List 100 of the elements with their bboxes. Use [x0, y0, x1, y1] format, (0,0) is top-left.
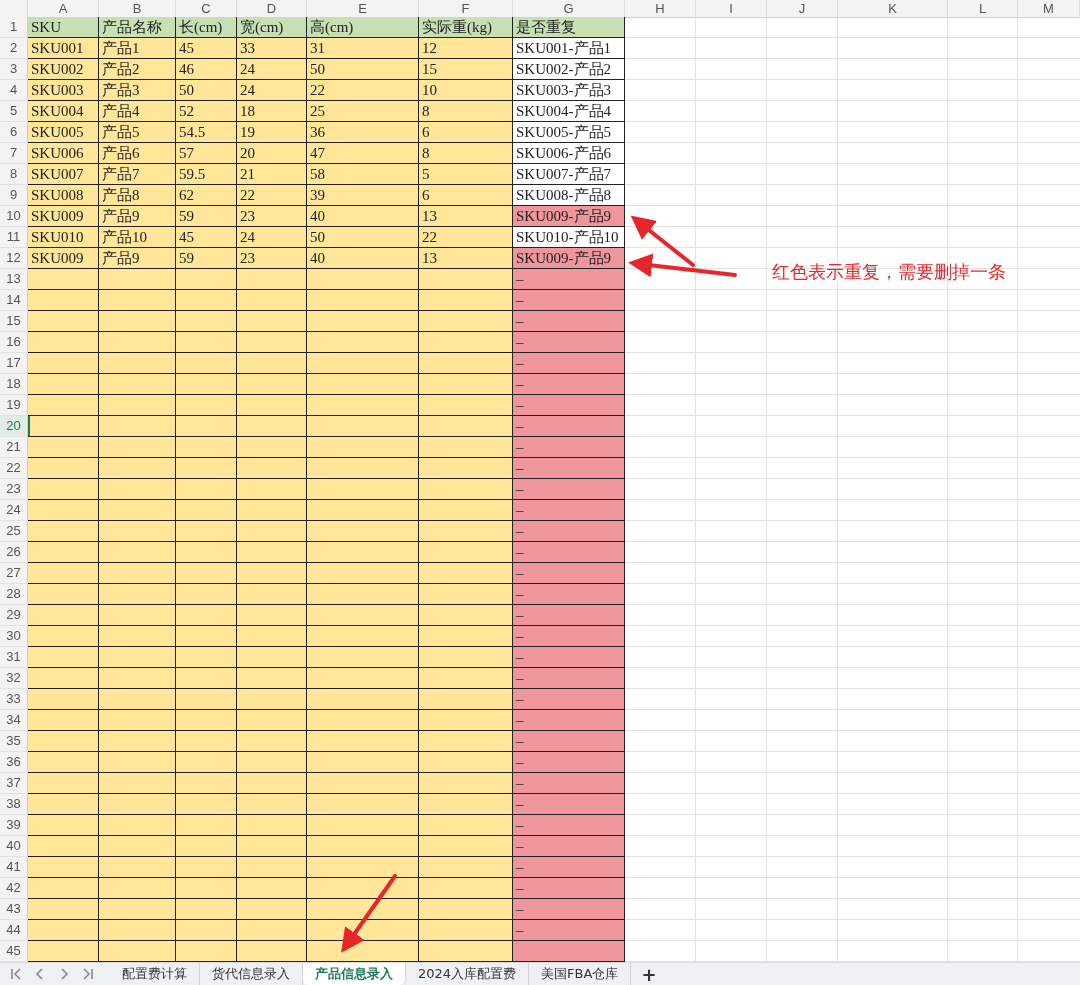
add-sheet-button[interactable]: + — [637, 963, 661, 985]
table-cell: – — [513, 647, 625, 668]
row-number[interactable]: 44 — [0, 920, 28, 941]
row-number[interactable]: 33 — [0, 689, 28, 710]
table-cell: 产品5 — [99, 122, 176, 143]
sheet-tab[interactable]: 产品信息录入 — [303, 963, 406, 985]
table-cell: SKU006-产品6 — [513, 143, 625, 164]
row-number[interactable]: 35 — [0, 731, 28, 752]
column-header[interactable]: J — [767, 0, 838, 18]
row-number[interactable]: 4 — [0, 80, 28, 101]
table-cell: – — [513, 521, 625, 542]
last-sheet-icon[interactable] — [81, 967, 95, 981]
row-number[interactable]: 12 — [0, 248, 28, 269]
table-cell: SKU009 — [28, 248, 99, 269]
row-number[interactable]: 42 — [0, 878, 28, 899]
header-cell: 长(cm) — [176, 17, 237, 38]
table-cell: – — [513, 542, 625, 563]
column-header[interactable]: L — [948, 0, 1018, 18]
row-number[interactable]: 31 — [0, 647, 28, 668]
first-sheet-icon[interactable] — [9, 967, 23, 981]
row-number[interactable]: 3 — [0, 59, 28, 80]
row-number[interactable]: 18 — [0, 374, 28, 395]
table-cell: – — [513, 269, 625, 290]
table-cell: – — [513, 437, 625, 458]
row-number[interactable]: 14 — [0, 290, 28, 311]
table-cell: 23 — [237, 248, 307, 269]
row-number[interactable]: 21 — [0, 437, 28, 458]
row-number[interactable]: 38 — [0, 794, 28, 815]
table-cell: – — [513, 710, 625, 731]
column-header[interactable]: M — [1018, 0, 1080, 18]
row-number[interactable]: 16 — [0, 332, 28, 353]
row-number[interactable]: 30 — [0, 626, 28, 647]
row-number[interactable]: 23 — [0, 479, 28, 500]
row-number[interactable]: 25 — [0, 521, 28, 542]
table-cell: 59.5 — [176, 164, 237, 185]
column-header[interactable]: K — [838, 0, 948, 18]
row-number[interactable]: 7 — [0, 143, 28, 164]
table-cell: SKU009 — [28, 206, 99, 227]
row-number[interactable]: 29 — [0, 605, 28, 626]
header-cell: 实际重(kg) — [419, 17, 513, 38]
sheet-tab[interactable]: 配置费计算 — [110, 963, 200, 985]
row-number[interactable]: 24 — [0, 500, 28, 521]
table-cell: SKU005-产品5 — [513, 122, 625, 143]
table-cell: SKU009-产品9 — [513, 206, 625, 227]
row-number[interactable]: 34 — [0, 710, 28, 731]
header-cell: SKU — [28, 17, 99, 38]
table-cell: SKU002 — [28, 59, 99, 80]
sheet-tab[interactable]: 2024入库配置费 — [406, 963, 530, 985]
table-cell: 24 — [237, 80, 307, 101]
table-cell: 6 — [419, 122, 513, 143]
table-cell: SKU008 — [28, 185, 99, 206]
table-cell: – — [513, 395, 625, 416]
row-number[interactable]: 6 — [0, 122, 28, 143]
table-cell: 45 — [176, 227, 237, 248]
row-number[interactable]: 11 — [0, 227, 28, 248]
table-cell: 8 — [419, 143, 513, 164]
table-cell: 23 — [237, 206, 307, 227]
header-cell: 高(cm) — [307, 17, 419, 38]
row-number[interactable]: 28 — [0, 584, 28, 605]
table-cell: 58 — [307, 164, 419, 185]
table-cell: 20 — [237, 143, 307, 164]
table-cell: – — [513, 290, 625, 311]
row-number[interactable]: 37 — [0, 773, 28, 794]
row-number[interactable]: 15 — [0, 311, 28, 332]
row-number[interactable]: 20 — [0, 416, 28, 437]
row-number[interactable]: 39 — [0, 815, 28, 836]
row-number[interactable]: 5 — [0, 101, 28, 122]
row-number[interactable]: 2 — [0, 38, 28, 59]
row-number[interactable]: 13 — [0, 269, 28, 290]
table-cell: 13 — [419, 248, 513, 269]
table-cell: 39 — [307, 185, 419, 206]
row-number[interactable]: 19 — [0, 395, 28, 416]
row-number[interactable]: 17 — [0, 353, 28, 374]
table-cell: – — [513, 353, 625, 374]
table-cell: 12 — [419, 38, 513, 59]
table-cell: SKU008-产品8 — [513, 185, 625, 206]
row-number[interactable]: 41 — [0, 857, 28, 878]
row-number[interactable]: 10 — [0, 206, 28, 227]
row-number[interactable]: 27 — [0, 563, 28, 584]
column-header[interactable]: I — [696, 0, 767, 18]
row-number[interactable]: 9 — [0, 185, 28, 206]
row-number[interactable]: 26 — [0, 542, 28, 563]
row-number[interactable]: 43 — [0, 899, 28, 920]
table-cell: – — [513, 668, 625, 689]
table-cell: – — [513, 836, 625, 857]
table-cell: 产品6 — [99, 143, 176, 164]
row-number[interactable]: 36 — [0, 752, 28, 773]
sheet-tab[interactable]: 美国FBA仓库 — [529, 963, 632, 985]
column-header[interactable]: H — [625, 0, 696, 18]
row-number[interactable]: 22 — [0, 458, 28, 479]
table-cell: SKU004-产品4 — [513, 101, 625, 122]
row-number[interactable]: 8 — [0, 164, 28, 185]
row-number[interactable]: 40 — [0, 836, 28, 857]
table-cell: 产品7 — [99, 164, 176, 185]
table-cell: 19 — [237, 122, 307, 143]
table-cell: 24 — [237, 59, 307, 80]
row-number[interactable]: 45 — [0, 941, 28, 962]
row-number[interactable]: 32 — [0, 668, 28, 689]
row-number[interactable]: 1 — [0, 17, 28, 38]
table-cell: SKU005 — [28, 122, 99, 143]
